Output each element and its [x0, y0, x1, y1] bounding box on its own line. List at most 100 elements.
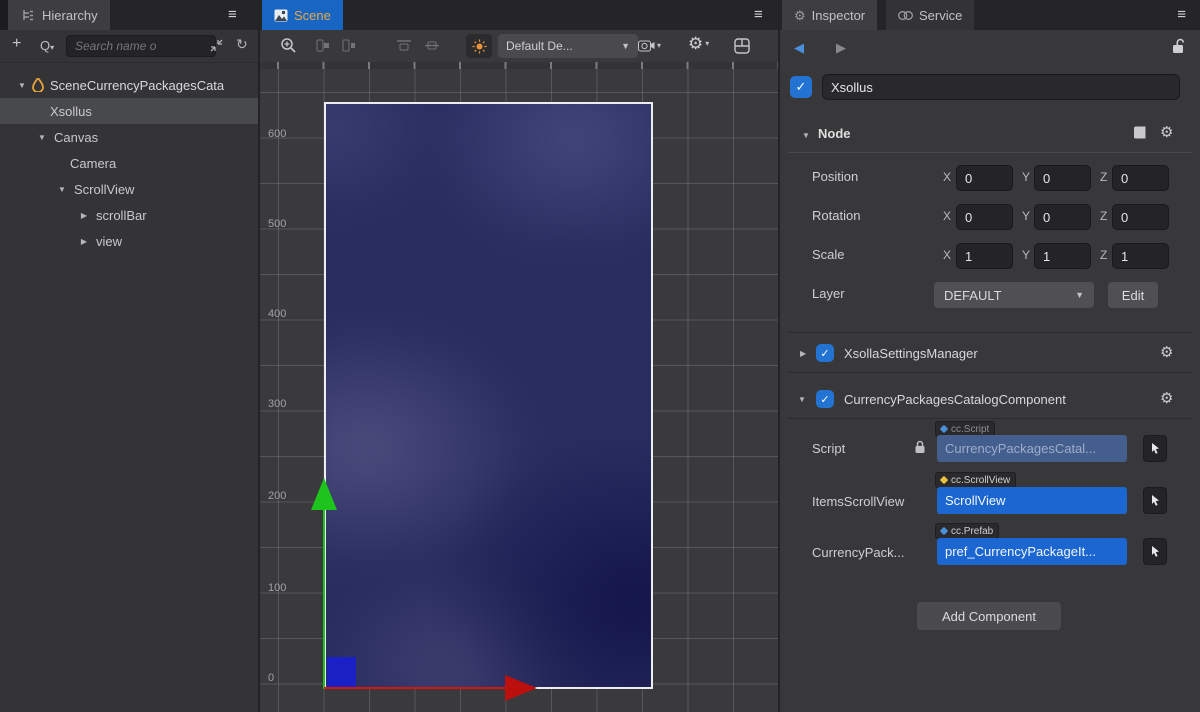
align-left-icon[interactable] [316, 39, 330, 52]
node-active-checkbox[interactable]: ✓ [790, 76, 812, 98]
tab-inspector[interactable]: ⚙ Inspector [782, 0, 877, 30]
tree-row-scrollview[interactable]: ▼ ScrollView [0, 176, 258, 202]
layer-dropdown[interactable]: DEFAULT ▼ [934, 282, 1094, 308]
search-filter-letter: Q [40, 38, 50, 53]
tree-row-xsollus[interactable]: Xsollus [0, 98, 258, 124]
expand-arrow-icon[interactable]: ▼ [54, 185, 70, 194]
tree-label: view [92, 234, 122, 249]
hierarchy-menu-icon[interactable]: ≡ [228, 7, 237, 22]
layer-value: DEFAULT [944, 288, 1002, 303]
design-canvas[interactable] [324, 102, 653, 689]
scene-menu-icon[interactable]: ≡ [754, 7, 763, 22]
node-gear-icon[interactable]: ⚙ [1160, 125, 1173, 140]
axis-y-label: Y [1022, 170, 1030, 184]
items-scrollview-ref-field[interactable]: ScrollView [937, 487, 1127, 514]
scene-tabbar: Scene ≡ [260, 0, 778, 30]
gear-icon: ⚙ [688, 35, 703, 52]
collapsed-arrow-icon[interactable]: ▶ [76, 211, 92, 220]
scene-viewport[interactable]: 600 500 400 300 200 100 0 [260, 62, 778, 712]
layout-grid-icon[interactable] [734, 38, 750, 54]
currency-catalog-checkbox[interactable]: ✓ [816, 390, 834, 408]
tab-hierarchy[interactable]: Hierarchy [8, 0, 110, 30]
currency-catalog-arrow-icon[interactable]: ▼ [798, 395, 806, 404]
picker-cursor-icon [1149, 494, 1162, 507]
display-mode-value: Default De... [506, 39, 573, 53]
expand-arrow-icon[interactable]: ▼ [34, 133, 50, 142]
rotation-z-input[interactable] [1112, 204, 1169, 230]
scrollview-type-badge: cc.ScrollView [935, 472, 1016, 488]
expand-arrow-icon[interactable]: ▼ [14, 81, 30, 90]
tree-label: Xsollus [50, 104, 92, 119]
tree-row-scrollbar[interactable]: ▶ scrollBar [0, 202, 258, 228]
ruler-label-500: 500 [268, 218, 286, 230]
ruler-label-100: 100 [268, 582, 286, 594]
scale-row: Scale X Y Z [780, 243, 1200, 269]
position-z-input[interactable] [1112, 165, 1169, 191]
scale-z-input[interactable] [1112, 243, 1169, 269]
currency-catalog-gear-icon[interactable]: ⚙ [1160, 391, 1173, 406]
axis-y-label: Y [1022, 209, 1030, 223]
component-xsolla-settings-title: XsollaSettingsManager [844, 346, 978, 361]
scale-x-input[interactable] [956, 243, 1013, 269]
component-currency-catalog-title: CurrencyPackagesCatalogComponent [844, 392, 1066, 407]
tab-scene[interactable]: Scene [262, 0, 343, 30]
collapsed-arrow-icon[interactable]: ▶ [76, 237, 92, 246]
position-x-input[interactable] [956, 165, 1013, 191]
inspector-panel: ⚙ Inspector Service ≡ ◀ ▶ ✓ ▼ Node [780, 0, 1200, 712]
xsolla-settings-checkbox[interactable]: ✓ [816, 344, 834, 362]
currency-prefab-ref-field[interactable]: pref_CurrencyPackageIt... [937, 538, 1127, 565]
inspector-menu-icon[interactable]: ≡ [1177, 7, 1186, 22]
node-section-title: Node [818, 126, 851, 141]
rotation-x-input[interactable] [956, 204, 1013, 230]
search-input[interactable] [66, 35, 216, 57]
currency-prefab-picker-button[interactable] [1143, 538, 1167, 565]
display-mode-dropdown[interactable]: Default De... ▼ [498, 34, 638, 58]
tree-row-view[interactable]: ▶ view [0, 228, 258, 254]
xsolla-settings-gear-icon[interactable]: ⚙ [1160, 345, 1173, 360]
script-field-label: Script [812, 441, 845, 456]
xsolla-settings-arrow-icon[interactable]: ▶ [800, 349, 806, 358]
tree-row-canvas[interactable]: ▼ Canvas [0, 124, 258, 150]
tree-label: Camera [70, 156, 116, 171]
items-scrollview-picker-button[interactable] [1143, 487, 1167, 514]
distribute-top-icon[interactable] [396, 39, 412, 52]
tab-hierarchy-label: Hierarchy [42, 8, 98, 23]
tree-row-scene-root[interactable]: ▼ SceneCurrencyPackagesCata [0, 72, 258, 98]
distribute-center-icon[interactable] [424, 39, 440, 52]
nav-forward-button[interactable]: ▶ [836, 40, 846, 56]
script-ref-value: CurrencyPackagesCatal... [945, 441, 1096, 456]
scale-y-input[interactable] [1034, 243, 1091, 269]
scene-asset-icon [30, 78, 46, 92]
node-help-book-icon[interactable] [1132, 126, 1148, 140]
node-name-input[interactable] [822, 74, 1180, 100]
search-filter-button[interactable]: Q▾ [40, 38, 54, 53]
prefab-type-badge: cc.Prefab [935, 523, 999, 539]
scene-light-toggle[interactable] [466, 34, 492, 58]
scene-gear-button[interactable]: ⚙ ▾ [688, 35, 709, 52]
align-right-icon[interactable] [342, 39, 356, 52]
rotation-y-input[interactable] [1034, 204, 1091, 230]
position-label: Position [812, 169, 858, 184]
zoom-icon[interactable] [280, 37, 297, 54]
node-section-arrow-icon[interactable]: ▼ [802, 131, 810, 140]
section-divider [788, 372, 1192, 373]
ruler-label-0: 0 [268, 672, 274, 684]
tree-label: ScrollView [70, 182, 134, 197]
camera-settings-button[interactable]: ▾ [638, 39, 661, 52]
position-y-input[interactable] [1034, 165, 1091, 191]
collapse-all-icon[interactable] [209, 38, 224, 53]
tab-service[interactable]: Service [886, 0, 974, 30]
nav-back-button[interactable]: ◀ [794, 40, 804, 56]
layer-edit-button[interactable]: Edit [1108, 282, 1158, 308]
script-ref-field[interactable]: CurrencyPackagesCatal... [937, 435, 1127, 462]
y-axis-arrow-icon[interactable] [311, 478, 337, 510]
tree-row-camera[interactable]: Camera [0, 150, 258, 176]
x-axis-arrow-icon[interactable] [505, 675, 537, 701]
refresh-icon[interactable]: ↻ [236, 36, 248, 53]
add-component-button[interactable]: Add Component [917, 602, 1061, 630]
y-axis-line [323, 509, 325, 689]
create-node-button[interactable]: + [12, 35, 21, 53]
unlock-icon[interactable] [1172, 38, 1186, 54]
script-picker-button[interactable] [1143, 435, 1167, 462]
axis-z-label: Z [1100, 209, 1107, 223]
